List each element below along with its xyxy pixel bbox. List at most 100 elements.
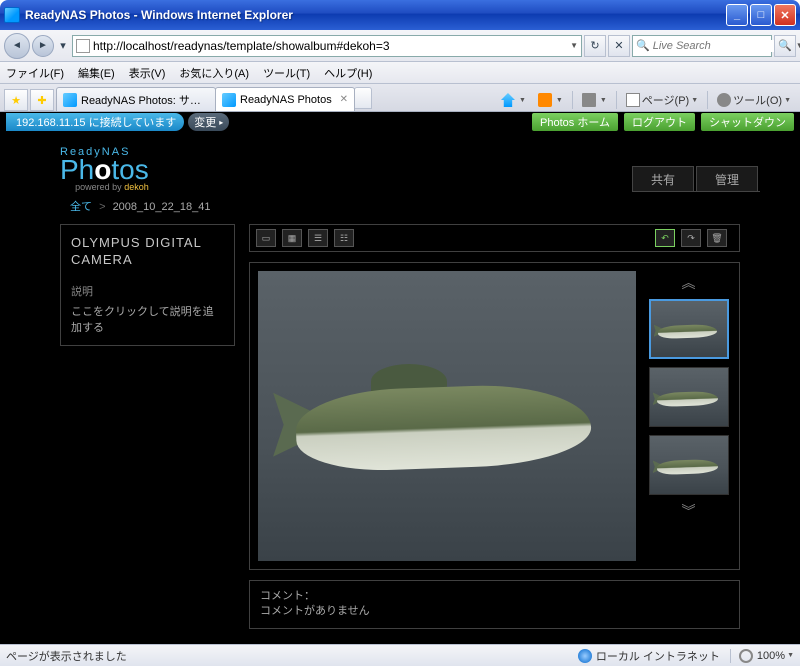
menu-favorites[interactable]: お気に入り(A): [179, 65, 249, 81]
shutdown-button[interactable]: シャットダウン: [701, 113, 794, 131]
thumb-down-button[interactable]: ︾: [680, 499, 698, 523]
view-toolbar: ▭ ▦ ☰ ☷ ↶ ↷ 🗑: [249, 224, 740, 252]
address-bar[interactable]: ▼: [72, 35, 582, 57]
back-button[interactable]: ◄: [4, 33, 30, 59]
page-icon: [76, 39, 90, 53]
change-label: 変更: [194, 114, 216, 130]
page-icon: [626, 93, 640, 107]
command-bar: ▼ ▼ ▼ ページ(P)▼ ツール(O)▼: [496, 89, 796, 111]
separator: [616, 91, 617, 109]
photo-info-box: OLYMPUS DIGITAL CAMERA 説明 ここをクリックして説明を追加…: [60, 224, 235, 346]
tab-1[interactable]: ReadyNAS Photos ✕: [215, 87, 355, 111]
rotate-right-button[interactable]: ↷: [681, 229, 701, 247]
description-text[interactable]: ここをクリックして説明を追加する: [71, 303, 224, 335]
stop-button[interactable]: ✕: [608, 35, 630, 57]
minimize-button[interactable]: _: [726, 4, 748, 26]
nav-history-dropdown[interactable]: ▾: [56, 39, 70, 52]
home-button[interactable]: ▼: [496, 89, 531, 111]
menu-view[interactable]: 表示(V): [129, 65, 166, 81]
thumbnail-0[interactable]: [649, 299, 729, 359]
photo-area: ︽ ︾: [249, 262, 740, 570]
tools-menu[interactable]: ツール(O)▼: [712, 89, 796, 111]
add-favorites-button[interactable]: ✚: [30, 89, 54, 111]
menu-bar: ファイル(F) 編集(E) 表示(V) お気に入り(A) ツール(T) ヘルプ(…: [0, 62, 800, 84]
new-tab-button[interactable]: [354, 87, 372, 109]
tab-0[interactable]: ReadyNAS Photos: サインアッ…: [56, 87, 216, 111]
maximize-button[interactable]: □: [750, 4, 772, 26]
url-input[interactable]: [93, 37, 570, 55]
readynas-topbar: 192.168.11.15 に接続しています 変更 ▸ Photos ホーム ロ…: [0, 112, 800, 132]
comment-box: コメント： コメントがありません: [249, 580, 740, 629]
tab-share[interactable]: 共有: [632, 166, 694, 191]
tab-manage[interactable]: 管理: [696, 166, 758, 191]
logout-button[interactable]: ログアウト: [624, 113, 695, 131]
zoom-control[interactable]: 100% ▼: [730, 649, 794, 663]
breadcrumb-separator: >: [99, 201, 105, 213]
window-titlebar: ReadyNAS Photos - Windows Internet Explo…: [0, 0, 800, 30]
view-grid-button[interactable]: ▦: [282, 229, 302, 247]
rss-button[interactable]: ▼: [533, 89, 568, 111]
separator: [572, 91, 573, 109]
print-icon: [582, 93, 596, 107]
description-label: 説明: [71, 283, 224, 299]
home-icon: [501, 93, 515, 107]
menu-help[interactable]: ヘルプ(H): [324, 65, 372, 81]
tab-1-close-icon[interactable]: ✕: [340, 94, 348, 105]
tools-label: ツール(O): [733, 92, 782, 108]
view-slideshow-button[interactable]: ▭: [256, 229, 276, 247]
breadcrumb-root[interactable]: 全て: [70, 201, 92, 213]
tab-row: ★ ✚ ReadyNAS Photos: サインアッ… ReadyNAS Pho…: [0, 84, 800, 112]
breadcrumb: 全て > 2008_10_22_18_41: [0, 192, 800, 224]
window-title: ReadyNAS Photos - Windows Internet Explo…: [25, 8, 726, 22]
close-button[interactable]: ✕: [774, 4, 796, 26]
search-go-button[interactable]: 🔍: [774, 35, 796, 57]
tab-0-favicon: [63, 93, 77, 107]
search-dropdown-icon[interactable]: ▼: [796, 41, 800, 50]
menu-tools[interactable]: ツール(T): [263, 65, 310, 81]
favorites-button[interactable]: ★: [4, 89, 28, 111]
change-server-button[interactable]: 変更 ▸: [188, 113, 229, 131]
menu-edit[interactable]: 編集(E): [78, 65, 115, 81]
rotate-left-button[interactable]: ↶: [655, 229, 675, 247]
tab-1-favicon: [222, 93, 236, 107]
readynas-logo: ReadyNAS Photos powered by dekoh: [60, 146, 149, 192]
refresh-button[interactable]: ↻: [584, 35, 606, 57]
security-zone[interactable]: ローカル イントラネット: [578, 648, 720, 664]
status-bar: ページが表示されました ローカル イントラネット 100% ▼: [0, 644, 800, 666]
forward-button[interactable]: ►: [32, 35, 54, 57]
menu-file[interactable]: ファイル(F): [6, 65, 64, 81]
search-icon: 🔍: [636, 39, 650, 52]
zoom-dropdown-icon: ▼: [787, 652, 794, 659]
rss-icon: [538, 93, 552, 107]
page-menu[interactable]: ページ(P)▼: [621, 89, 703, 111]
left-column: OLYMPUS DIGITAL CAMERA 説明 ここをクリックして説明を追加…: [60, 224, 235, 629]
search-box[interactable]: 🔍 ▼: [632, 35, 772, 57]
comment-text: コメントがありません: [260, 604, 729, 619]
center-column: ▭ ▦ ☰ ☷ ↶ ↷ 🗑 ︽: [249, 224, 740, 629]
thumb-up-button[interactable]: ︽: [680, 271, 698, 295]
page-viewport: 192.168.11.15 に接続しています 変更 ▸ Photos ホーム ロ…: [0, 112, 800, 644]
page-label: ページ(P): [642, 92, 689, 108]
status-message: ページが表示されました: [6, 648, 127, 664]
logo-product: Photos: [60, 158, 149, 182]
delete-button[interactable]: 🗑: [707, 229, 727, 247]
tab-0-label: ReadyNAS Photos: サインアッ…: [81, 92, 209, 108]
view-detail-button[interactable]: ☷: [334, 229, 354, 247]
breadcrumb-current: 2008_10_22_18_41: [113, 201, 211, 213]
readynas-tabs: 共有 管理: [632, 166, 760, 192]
photo-title: OLYMPUS DIGITAL CAMERA: [71, 235, 224, 269]
tab-strip: ReadyNAS Photos: サインアッ… ReadyNAS Photos …: [56, 87, 496, 111]
globe-icon: [578, 649, 592, 663]
photos-home-button[interactable]: Photos ホーム: [532, 113, 618, 131]
view-list-button[interactable]: ☰: [308, 229, 328, 247]
tools-icon: [717, 93, 731, 107]
address-dropdown-icon[interactable]: ▼: [570, 41, 578, 50]
tab-1-label: ReadyNAS Photos: [240, 94, 336, 106]
thumbnail-1[interactable]: [649, 367, 729, 427]
readynas-main: OLYMPUS DIGITAL CAMERA 説明 ここをクリックして説明を追加…: [0, 224, 800, 629]
thumbnail-2[interactable]: [649, 435, 729, 495]
photo-content: [258, 271, 636, 561]
main-photo[interactable]: [258, 271, 636, 561]
separator: [707, 91, 708, 109]
print-button[interactable]: ▼: [577, 89, 612, 111]
